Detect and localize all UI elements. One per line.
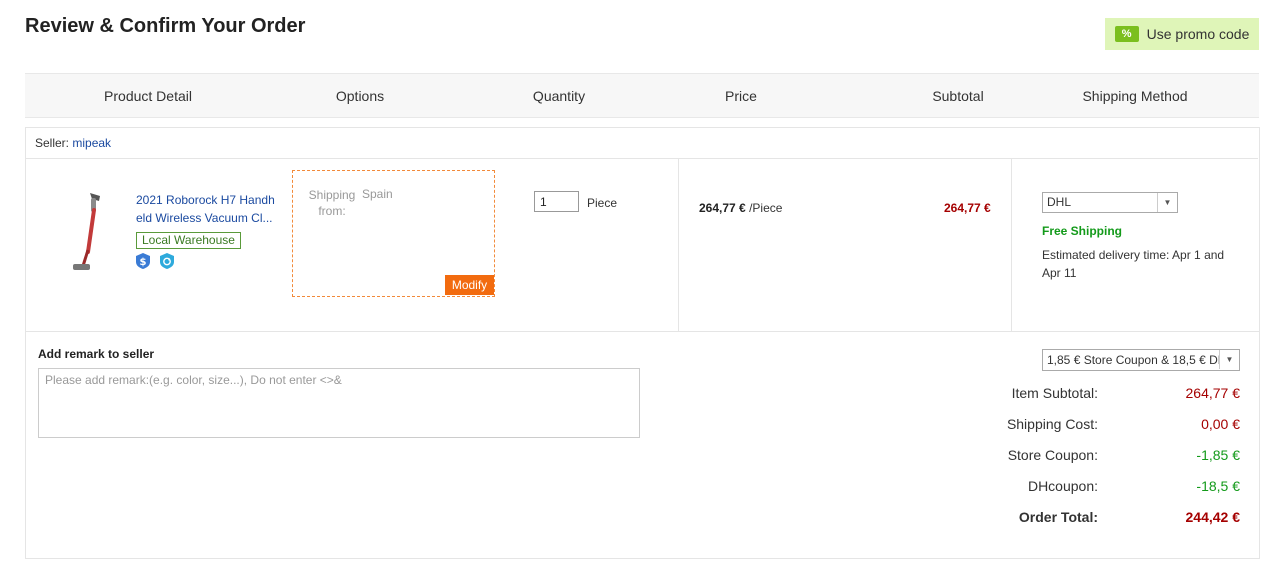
product-name-link[interactable]: 2021 Roborock H7 Handheld Wireless Vacuu… bbox=[136, 191, 279, 227]
estimated-delivery-text: Estimated delivery time: Apr 1 and Apr 1… bbox=[1042, 248, 1225, 280]
local-warehouse-badge: Local Warehouse bbox=[136, 232, 241, 249]
quantity-input[interactable] bbox=[534, 191, 579, 212]
item-subtotal-value: 264,77 € bbox=[1185, 385, 1241, 401]
seller-row bbox=[25, 127, 1258, 159]
seller-label: Seller: bbox=[35, 136, 70, 150]
promo-percent-icon: % bbox=[1114, 26, 1139, 42]
chevron-down-icon[interactable]: ▼ bbox=[1157, 193, 1177, 212]
remark-label: Add remark to seller bbox=[38, 347, 155, 361]
seller-info: Seller: mipeak bbox=[35, 136, 111, 150]
column-price: Price bbox=[725, 88, 757, 104]
unit-price-unit: /Piece bbox=[749, 201, 783, 215]
seller-name-link[interactable]: mipeak bbox=[72, 136, 111, 150]
item-subtotal: 264,77 € bbox=[944, 201, 991, 215]
unit-price: 264,77 € /Piece bbox=[699, 201, 782, 215]
shipping-cost-value: 0,00 € bbox=[1201, 416, 1240, 432]
dollar-shield-icon: $ bbox=[136, 253, 150, 269]
product-image[interactable] bbox=[66, 190, 106, 272]
svg-text:$: $ bbox=[140, 257, 147, 268]
order-total-label: Order Total: bbox=[1018, 509, 1098, 525]
dhcoupon-value: -18,5 € bbox=[1196, 478, 1240, 494]
refund-shield-icon bbox=[160, 253, 174, 269]
remark-textarea[interactable] bbox=[38, 368, 640, 438]
order-table-header: Product Detail Options Quantity Price Su… bbox=[25, 73, 1259, 118]
shipping-method-select[interactable]: DHL ▼ bbox=[1042, 192, 1178, 213]
column-divider bbox=[1011, 158, 1012, 331]
shipping-cost-label: Shipping Cost: bbox=[1006, 416, 1098, 432]
column-divider bbox=[678, 158, 679, 331]
promo-button-label: Use promo code bbox=[1146, 26, 1250, 42]
coupon-select-value: 1,85 € Store Coupon & 18,5 € DHcoupon bbox=[1047, 353, 1219, 367]
free-shipping-label: Free Shipping bbox=[1042, 224, 1123, 238]
column-options: Options bbox=[335, 88, 385, 104]
use-promo-code-button[interactable]: % Use promo code bbox=[1105, 18, 1259, 50]
shipping-from-value: Spain bbox=[362, 187, 393, 201]
store-coupon-label: Store Coupon: bbox=[1007, 447, 1098, 463]
column-quantity: Quantity bbox=[532, 88, 586, 104]
item-subtotal-label: Item Subtotal: bbox=[1011, 385, 1098, 401]
order-total-value: 244,42 € bbox=[1185, 509, 1241, 525]
column-subtotal: Subtotal bbox=[932, 88, 984, 104]
dhcoupon-label: DHcoupon: bbox=[1027, 478, 1098, 494]
unit-price-amount: 264,77 € bbox=[699, 201, 746, 215]
coupon-select[interactable]: 1,85 € Store Coupon & 18,5 € DHcoupon ▼ bbox=[1042, 349, 1240, 371]
section-divider bbox=[25, 331, 1259, 332]
quantity-unit: Piece bbox=[587, 196, 618, 210]
modify-options-button[interactable]: Modify bbox=[445, 275, 494, 295]
store-coupon-value: -1,85 € bbox=[1196, 447, 1240, 463]
page-title: Review & Confirm Your Order bbox=[25, 15, 306, 37]
chevron-down-icon[interactable]: ▼ bbox=[1219, 350, 1239, 369]
shipping-from-label: Shipping from: bbox=[308, 188, 356, 218]
shipping-method-value: DHL bbox=[1047, 195, 1072, 209]
column-product-detail: Product Detail bbox=[104, 88, 192, 104]
column-shipping-method: Shipping Method bbox=[1082, 88, 1188, 104]
